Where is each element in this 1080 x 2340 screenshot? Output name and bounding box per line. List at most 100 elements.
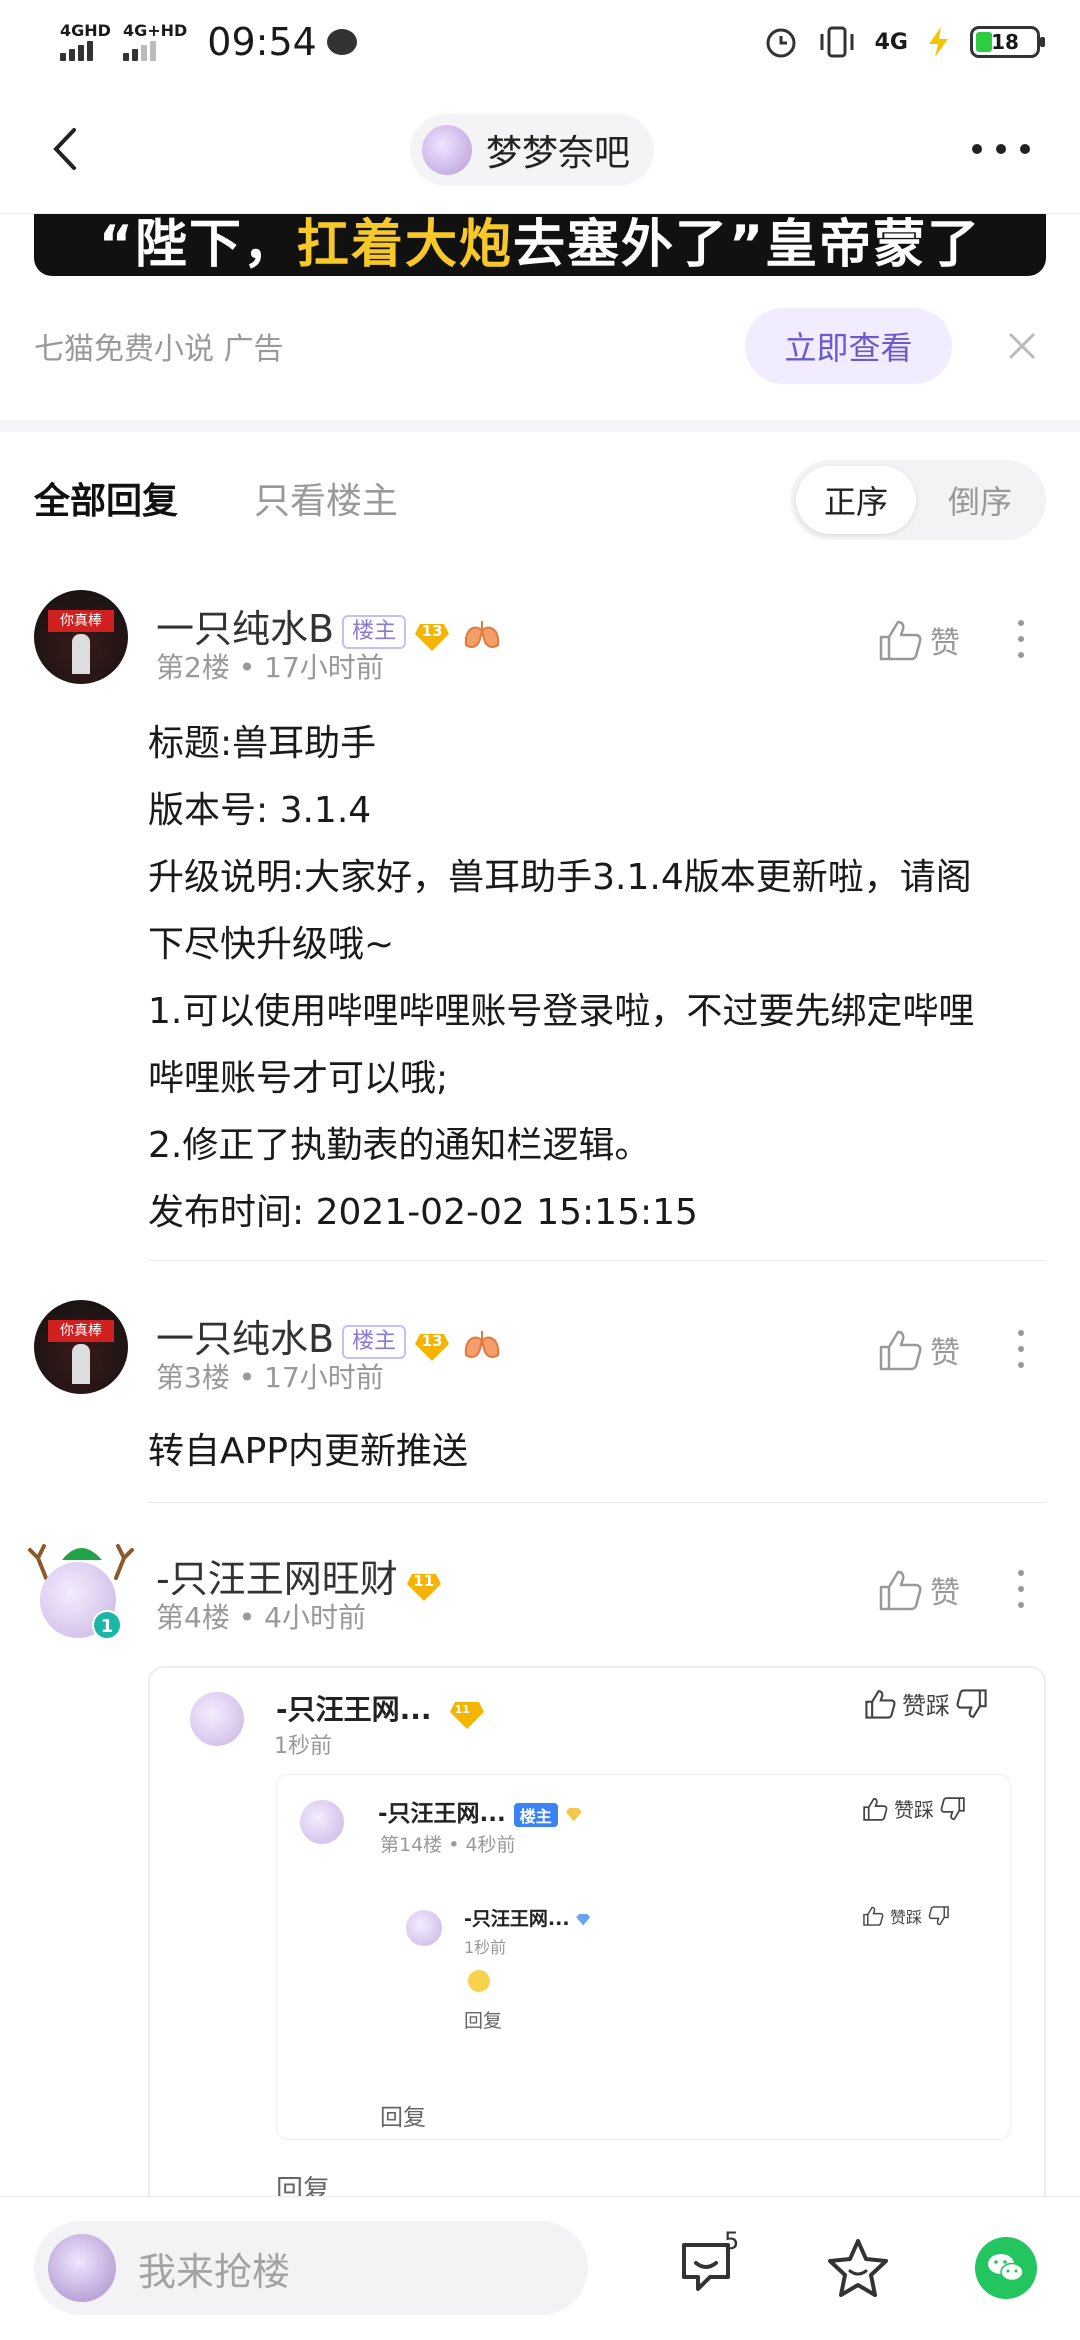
section-separator — [0, 420, 1080, 432]
signal-sim2: 4G+HD — [122, 23, 187, 61]
wechat-icon — [988, 2254, 1024, 2282]
post-menu-icon[interactable] — [1018, 1330, 1024, 1368]
post-line: 1.可以使用哔哩哔哩账号登录啦，不过要先绑定哔哩 — [148, 991, 975, 1032]
lung-icon — [462, 616, 502, 648]
forum-name: 梦梦奈吧 — [486, 133, 631, 174]
nested-meta: 1秒前 — [274, 1734, 332, 1759]
comment-count: 5 — [724, 2227, 740, 2255]
ad-source: 七猫免费小说 广告 — [34, 332, 284, 367]
clock: 09:54 — [207, 20, 317, 64]
avatar-level-badge: 1 — [92, 1610, 122, 1640]
post-line: 哔哩账号才可以哦; — [148, 1058, 449, 1099]
ad-view-button[interactable]: 立即查看 — [745, 308, 952, 384]
reply-link-l3[interactable]: 回复 — [464, 2006, 502, 2033]
thumbs-up-icon — [863, 1906, 884, 1926]
signal-bars-icon — [60, 39, 111, 61]
username-row: -只汪王网旺财 11 — [156, 1548, 442, 1603]
like-label: 赞 — [930, 1576, 960, 1611]
alarm-icon — [766, 28, 796, 58]
signal-sim1: 4GHD — [60, 23, 111, 61]
nested-actions-label: 赞踩 — [902, 1692, 950, 1720]
reply-input-placeholder: 我来抢楼 — [138, 2249, 291, 2294]
thumbs-up-icon — [879, 1570, 922, 1611]
like-label: 赞 — [930, 1336, 960, 1371]
post-menu-icon[interactable] — [1018, 1570, 1024, 1608]
username[interactable]: 一只纯水B — [156, 1317, 334, 1361]
lung-icon — [462, 1326, 502, 1358]
post-line: 发布时间: 2021-02-02 15:15:15 — [148, 1192, 698, 1233]
star-icon[interactable] — [826, 2237, 890, 2299]
ad-banner-text-2: 扛着大炮 — [296, 215, 513, 275]
level-number: 11 — [454, 1703, 470, 1716]
diamond-icon — [576, 1913, 591, 1926]
like-button[interactable]: 赞 — [878, 1568, 960, 1612]
username[interactable]: -只汪王网旺财 — [156, 1557, 398, 1601]
thumbs-up-icon — [879, 620, 922, 661]
thumbs-down-icon — [928, 1906, 949, 1926]
owner-badge: 楼主 — [342, 1324, 407, 1359]
order-desc-button[interactable]: 倒序 — [920, 466, 1040, 534]
sim1-label: 4GHD — [60, 21, 111, 40]
diamond-icon — [565, 1807, 582, 1822]
avatar[interactable]: 1 — [26, 1540, 136, 1640]
sort-bar: 全部回复 只看楼主 正序 倒序 — [0, 432, 1080, 552]
owner-badge: 楼主 — [513, 1802, 558, 1827]
level-number: 13 — [421, 621, 443, 640]
forum-pill[interactable]: 梦梦奈吧 — [410, 114, 655, 186]
network-type: 4G — [874, 29, 908, 55]
order-toggle: 正序 倒序 — [790, 460, 1046, 540]
post-line: 升级说明:大家好，兽耳助手3.1.4版本更新啦，请阁 — [148, 857, 972, 898]
level-number: 13 — [421, 1331, 443, 1350]
back-icon[interactable] — [48, 126, 80, 172]
battery-icon: 18 — [970, 26, 1045, 58]
wechat-share-button[interactable] — [975, 2237, 1037, 2299]
post-meta: 第4楼 • 4小时前 — [156, 1601, 366, 1634]
level-badge-icon: 11 — [449, 1700, 485, 1729]
reply-link-l2[interactable]: 回复 — [380, 2098, 426, 2132]
nested-username-text: -只汪王网... — [464, 1908, 570, 1930]
close-icon[interactable] — [1004, 328, 1040, 364]
message-icon — [326, 29, 357, 55]
post-body: 转自APP内更新推送 — [148, 1418, 1048, 1485]
vibrate-icon — [820, 26, 854, 58]
signal-bars-icon — [122, 39, 187, 61]
more-icon[interactable] — [972, 144, 1030, 154]
username-row: 一只纯水B 楼主 13 — [156, 598, 502, 653]
avatar[interactable]: 你真棒 — [34, 1300, 128, 1394]
level-number: 11 — [413, 1571, 435, 1590]
order-asc-button[interactable]: 正序 — [796, 466, 916, 534]
avatar[interactable]: 你真棒 — [34, 590, 128, 684]
nested-reply-level-2 — [276, 1774, 1011, 2140]
level-badge-icon: 13 — [414, 1327, 450, 1361]
nested-meta: 第14楼 • 4秒前 — [380, 1834, 516, 1856]
like-button[interactable]: 赞 — [878, 1328, 960, 1372]
nested-actions-label: 赞踩 — [894, 1798, 934, 1822]
nested-username-text: -只汪王网... — [276, 1693, 432, 1726]
username-row: 一只纯水B 楼主 13 — [156, 1308, 502, 1363]
nested-like-dislike: 赞踩 — [864, 1686, 988, 1721]
nested-like-dislike: 赞踩 — [862, 1794, 966, 1823]
level-badge-icon: 13 — [414, 617, 450, 651]
thumbs-up-icon — [863, 1797, 888, 1821]
nested-username-text: -只汪王网... — [378, 1801, 506, 1827]
nested-username: -只汪王网... 11 — [276, 1688, 485, 1729]
avatar — [190, 1692, 244, 1746]
level-badge-icon: 11 — [406, 1567, 442, 1601]
post-menu-icon[interactable] — [1018, 620, 1024, 658]
post-line: 标题:兽耳助手 — [148, 723, 377, 764]
bottom-bar: 我来抢楼 5 — [0, 2196, 1080, 2340]
nested-username: -只汪王网... — [464, 1904, 591, 1931]
divider — [148, 1502, 1046, 1503]
post-meta: 第2楼 • 17小时前 — [156, 651, 384, 684]
top-nav: 梦梦奈吧 — [0, 84, 1080, 214]
owner-badge: 楼主 — [342, 614, 407, 649]
tab-all-replies[interactable]: 全部回复 — [34, 472, 178, 524]
thumbs-down-icon — [940, 1796, 965, 1820]
divider — [148, 1260, 1046, 1261]
ad-banner[interactable]: “陛下， 扛着大炮 去塞外了”皇帝蒙了 — [34, 214, 1046, 276]
like-button[interactable]: 赞 — [878, 618, 960, 662]
tab-owner-only[interactable]: 只看楼主 — [254, 472, 398, 524]
battery-level: 18 — [991, 30, 1019, 54]
username[interactable]: 一只纯水B — [156, 607, 334, 651]
reply-input[interactable]: 我来抢楼 — [34, 2221, 588, 2315]
